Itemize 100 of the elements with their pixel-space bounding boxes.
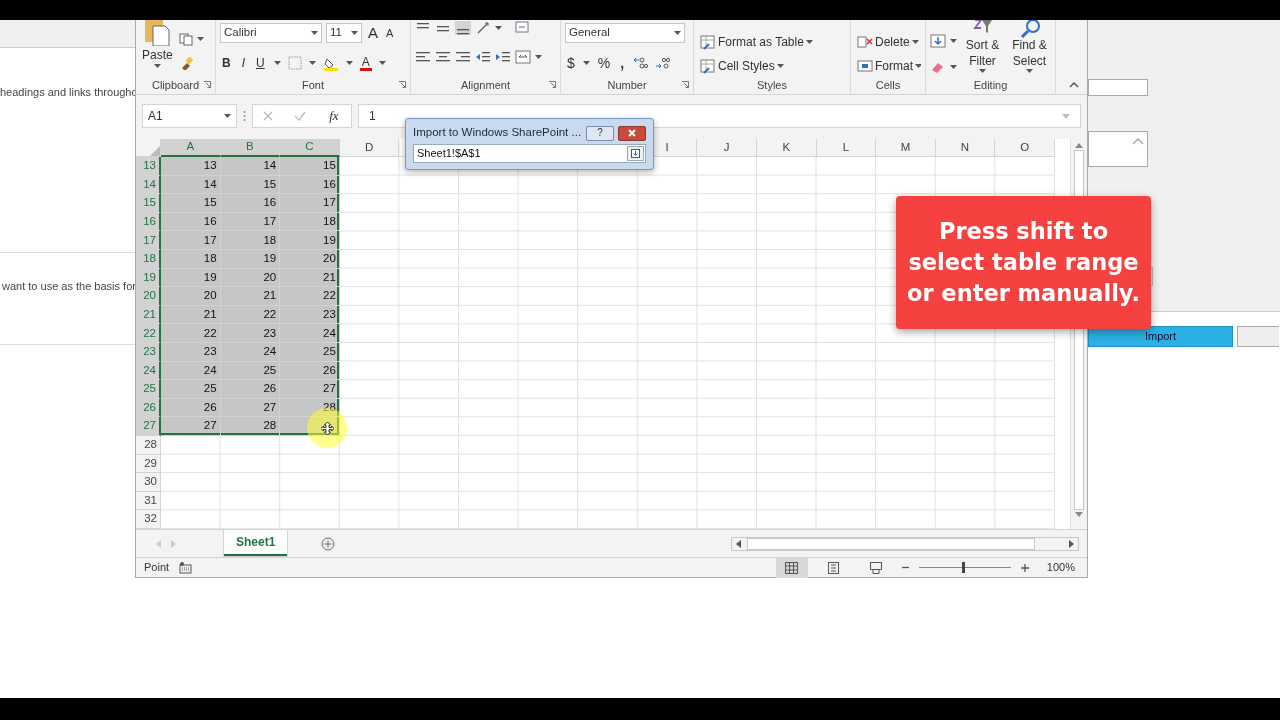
expand-dialog-button[interactable] [627,146,644,161]
close-button[interactable] [618,125,646,141]
dialog-launcher-icon[interactable] [682,81,689,88]
zoom-in-icon[interactable] [1020,563,1029,572]
column-header[interactable]: A [161,139,221,157]
caret-icon[interactable] [495,26,502,30]
cells-button[interactable]: Format [855,56,921,76]
caret-icon[interactable] [950,65,957,69]
caret-icon[interactable] [979,69,986,74]
check-icon[interactable] [294,111,307,121]
sheet-tab[interactable]: Sheet1 [224,529,288,556]
increase-indent-icon[interactable] [495,50,511,64]
caret-icon[interactable] [674,31,681,35]
caret-icon[interactable] [311,31,318,35]
italic-button[interactable]: I [239,53,247,73]
caret-icon[interactable] [224,114,231,118]
caret-icon[interactable] [776,64,784,68]
column-header[interactable]: C [280,139,340,157]
editing-button[interactable]: Sort & Filter [961,20,1004,76]
font-size-field[interactable]: 11 [326,23,362,43]
slider-thumb[interactable] [962,562,966,573]
column-header[interactable]: N [935,139,996,157]
column-header[interactable]: D [339,139,400,157]
style-button[interactable]: Format as Table [698,32,815,52]
table-style-icon[interactable] [700,34,716,50]
row-header[interactable]: 22 [136,324,161,343]
caret-icon[interactable] [915,64,921,68]
caret-icon[interactable] [1026,69,1033,74]
decrease-decimal-icon[interactable] [654,56,671,70]
insert-function-button[interactable]: fx [327,105,341,127]
horizontal-scrollbar[interactable] [731,536,1079,551]
row-header[interactable]: 20 [136,287,161,306]
dialog-launcher-icon[interactable] [204,81,211,88]
align-center-icon[interactable] [435,50,451,64]
font-name-field[interactable]: Calibri [220,23,322,43]
caret-icon[interactable] [378,61,386,65]
column-header[interactable]: K [756,139,817,157]
align-bottom-icon[interactable] [455,21,471,35]
row-header[interactable]: 13 [136,157,161,176]
format-cells-icon[interactable] [857,59,873,73]
row-header[interactable]: 32 [136,510,161,529]
comma-button[interactable]: , [618,51,627,75]
help-button[interactable]: ? [586,125,614,141]
number-format-field[interactable]: General [565,23,685,43]
row-header[interactable]: 25 [136,380,161,399]
import-button[interactable]: Import [1088,326,1233,347]
dialog-launcher-icon[interactable] [549,81,556,88]
name-box[interactable]: A1 [142,104,237,128]
column-header[interactable]: B [220,139,281,157]
caret-icon[interactable] [911,40,919,44]
caret-icon[interactable] [273,61,281,65]
zoom-out-icon[interactable] [901,564,909,571]
normal-view-button[interactable] [775,557,808,578]
dialog-launcher-icon[interactable] [399,81,406,88]
orientation-icon[interactable] [475,21,491,35]
column-header[interactable]: M [876,139,936,157]
grow-font-button[interactable]: A [366,20,380,46]
scroll-up-icon[interactable] [1075,143,1083,148]
caret-icon[interactable] [535,55,542,59]
currency-button[interactable]: $ [565,51,577,75]
delete-cells-icon[interactable] [857,35,873,49]
row-header[interactable]: 27 [136,417,161,436]
magnifier-icon[interactable] [1018,20,1041,38]
caret-icon[interactable] [351,31,358,35]
paste-button[interactable]: Paste [140,20,175,76]
copy-icon[interactable] [178,32,193,46]
macro-record-icon[interactable] [179,561,193,574]
percent-button[interactable]: % [595,51,613,75]
caret-icon[interactable] [950,39,957,43]
scroll-down-icon[interactable] [1075,512,1083,517]
cells-button[interactable]: Delete [855,32,921,52]
bold-button[interactable]: B [220,53,233,73]
add-sheet-icon[interactable] [321,536,336,551]
underline-button[interactable]: U [254,53,267,73]
scroll-left-icon[interactable] [736,539,741,548]
range-field[interactable]: Sheet1!$A$1 [413,144,646,163]
row-header[interactable]: 30 [136,473,161,492]
caret-icon[interactable] [345,61,353,65]
collapse-ribbon-icon[interactable] [1069,82,1079,88]
align-right-icon[interactable] [455,50,471,64]
fill-down-icon[interactable] [930,34,946,48]
editing-button[interactable]: Find & Select [1008,20,1051,76]
merge-cells-icon[interactable] [515,50,531,64]
text-field[interactable] [1088,79,1148,96]
caret-icon[interactable] [805,40,813,44]
shrink-font-button[interactable]: A [384,23,396,43]
font-color-button[interactable]: A [359,55,372,71]
caret-icon[interactable] [153,64,161,68]
row-header[interactable]: 15 [136,194,161,213]
increase-decimal-icon[interactable] [632,56,649,70]
column-header[interactable]: L [816,139,877,157]
align-left-icon[interactable] [415,50,431,64]
row-header[interactable]: 17 [136,231,161,250]
decrease-indent-icon[interactable] [475,50,491,64]
caret-icon[interactable] [582,61,590,65]
caret-icon[interactable] [308,61,316,65]
caret-icon[interactable] [196,37,204,41]
cell-style-icon[interactable] [700,58,716,74]
style-button[interactable]: Cell Styles [698,56,815,76]
scroll-right-icon[interactable] [1069,539,1074,548]
